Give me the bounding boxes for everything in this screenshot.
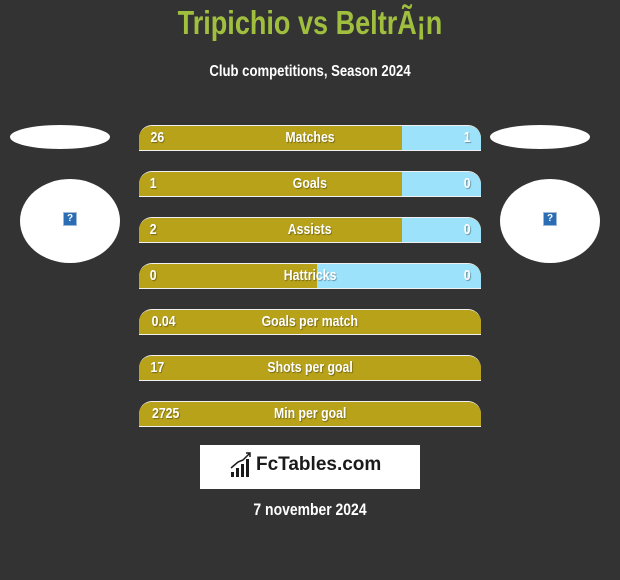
- right-value: 0: [463, 221, 471, 238]
- stat-row: 0.04 Goals per match: [139, 309, 481, 335]
- right-value: 1: [463, 129, 471, 146]
- missing-image-icon: ?: [543, 212, 557, 226]
- right-player-logo: ?: [500, 179, 600, 263]
- stat-label: Min per goal: [273, 405, 347, 422]
- brand-name: FcTables.com: [256, 454, 382, 475]
- stat-label: Hattricks: [283, 267, 337, 284]
- bar-chart-icon: [230, 452, 251, 477]
- stat-label: Goals: [292, 175, 328, 192]
- right-value: 0: [463, 267, 471, 284]
- missing-image-icon: ?: [63, 212, 77, 226]
- right-player-name-badge: [490, 125, 590, 149]
- stat-label: Shots per goal: [267, 359, 353, 376]
- left-player-name-badge: [10, 125, 110, 149]
- left-player-logo: ?: [20, 179, 120, 263]
- stat-row: 26 Matches 1: [139, 125, 481, 151]
- stat-label: Matches: [285, 129, 335, 146]
- fctables-logo[interactable]: FcTables.com: [200, 445, 420, 489]
- stat-row: 2 Assists 0: [139, 217, 481, 243]
- report-date: 7 november 2024: [253, 500, 367, 519]
- right-value: 0: [463, 175, 471, 192]
- stat-label: Assists: [288, 221, 332, 238]
- stat-row: 2725 Min per goal: [139, 401, 481, 427]
- page-title: Tripichio vs BeltrÃ¡n: [177, 4, 443, 41]
- stat-label: Goals per match: [261, 313, 359, 330]
- stat-row: 1 Goals 0: [139, 171, 481, 197]
- competition-subtitle: Club competitions, Season 2024: [209, 63, 411, 80]
- stat-row: 0 Hattricks 0: [139, 263, 481, 289]
- stat-row: 17 Shots per goal: [139, 355, 481, 381]
